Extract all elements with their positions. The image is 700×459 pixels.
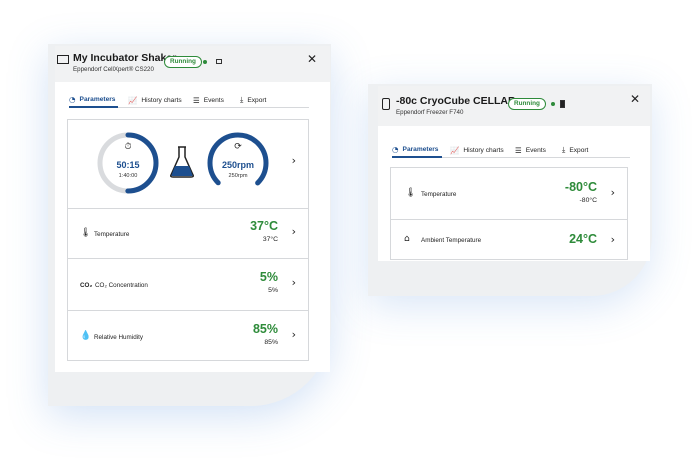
shaker-readout: ⟳ 250rpm 250rpm <box>206 131 270 195</box>
timer-total: 1:40:00 <box>118 173 138 179</box>
parameters-card: ⏱ 50:15 1:40:00 ⟳ 250rpm 250rpm › 🌡 Temp… <box>67 119 309 361</box>
co2-icon: CO₂ <box>80 282 93 289</box>
row-value: 24°C <box>569 232 597 246</box>
tab-history-charts[interactable]: 📈 History charts <box>128 92 182 108</box>
row-label: CO₂ Concentration <box>95 282 148 289</box>
status-dot <box>551 102 555 106</box>
row-ambient-temperature[interactable]: ⌂ Ambient Temperature 24°C › <box>391 219 627 261</box>
close-icon[interactable]: ✕ <box>630 92 640 106</box>
row-co2[interactable]: CO₂ CO₂ Concentration 5% 5% › <box>68 258 308 310</box>
status-badge: Running <box>508 98 546 110</box>
tab-history-charts[interactable]: 📈 History charts <box>450 142 504 158</box>
timer-readout: ⏱ 50:15 1:40:00 <box>96 131 160 195</box>
status-badge: Running <box>164 56 202 68</box>
row-value: 37°C <box>250 219 278 233</box>
tab-export[interactable]: ⤓ Export <box>562 142 588 158</box>
chevron-right-icon: › <box>610 186 615 199</box>
row-temperature[interactable]: 🌡 Temperature 37°C 37°C › <box>68 208 308 258</box>
tab-parameters[interactable]: ◔ Parameters <box>392 142 442 158</box>
cryocube-window: -80c CryoCube CELLAR Eppendorf Freezer F… <box>378 86 650 261</box>
download-icon: ⤓ <box>240 95 244 104</box>
window-title: My Incubator Shaker <box>73 52 177 64</box>
stopwatch-icon: ⏱ <box>124 142 132 152</box>
chevron-right-icon: › <box>291 328 296 341</box>
chevron-right-icon: › <box>291 276 296 289</box>
row-label: Temperature <box>94 231 130 238</box>
row-label: Relative Humidity <box>94 334 143 341</box>
window-header: -80c CryoCube CELLAR Eppendorf Freezer F… <box>378 86 650 126</box>
gauge-icon: ◔ <box>69 94 76 104</box>
thermometer-icon: 🌡 <box>405 188 417 198</box>
shaker-value: 250rpm <box>221 160 255 170</box>
row-temperature[interactable]: 🌡 Temperature -80°C -80°C › <box>391 168 627 219</box>
row-setpoint: -80°C <box>579 197 597 204</box>
row-humidity[interactable]: 💧 Relative Humidity 85% 85% › <box>68 310 308 362</box>
row-setpoint: 37°C <box>262 236 278 243</box>
device-model: Eppendorf CellXpert® CS220 <box>73 66 154 73</box>
row-label: Temperature <box>421 191 457 198</box>
droplet-icon: 💧 <box>80 331 92 341</box>
chevron-right-icon: › <box>291 154 296 167</box>
row-value: 85% <box>252 322 278 336</box>
tab-export[interactable]: ⤓ Export <box>240 92 266 108</box>
door-icon <box>216 59 222 64</box>
chevron-right-icon: › <box>291 225 296 238</box>
timer-value: 50:15 <box>116 160 140 170</box>
freezer-icon <box>382 98 390 110</box>
incubator-icon <box>57 55 69 64</box>
tab-bar: ◔ Parameters 📈 History charts ☰ Events ⤓… <box>392 142 630 158</box>
thermometer-icon: 🌡 <box>80 228 92 238</box>
incubator-shaker-window: My Incubator Shaker Eppendorf CellXpert®… <box>55 46 330 372</box>
close-icon[interactable]: ✕ <box>307 52 317 66</box>
tab-parameters[interactable]: ◔ Parameters <box>69 92 118 108</box>
device-model: Eppendorf Freezer F740 <box>396 109 464 116</box>
row-value: 5% <box>259 270 278 284</box>
row-value: -80°C <box>564 180 597 194</box>
status-dot <box>203 60 207 64</box>
process-overview[interactable]: ⏱ 50:15 1:40:00 ⟳ 250rpm 250rpm › <box>68 120 308 208</box>
row-setpoint: 85% <box>264 339 278 346</box>
refresh-icon: ⟳ <box>234 142 242 152</box>
line-chart-icon: 📈 <box>450 145 460 155</box>
list-icon: ☰ <box>515 145 522 155</box>
flask-icon <box>170 146 194 178</box>
download-icon: ⤓ <box>562 145 566 154</box>
shaker-setpoint: 250rpm <box>228 173 248 179</box>
list-icon: ☰ <box>193 95 200 105</box>
tab-bar: ◔ Parameters 📈 History charts ☰ Events ⤓… <box>69 92 309 108</box>
row-label: Ambient Temperature <box>421 237 482 244</box>
door-icon <box>560 100 565 108</box>
tab-events[interactable]: ☰ Events <box>515 142 546 158</box>
chevron-right-icon: › <box>610 233 615 246</box>
window-header: My Incubator Shaker Eppendorf CellXpert®… <box>55 46 330 82</box>
parameters-card: 🌡 Temperature -80°C -80°C › ⌂ Ambient Te… <box>390 167 628 260</box>
row-setpoint: 5% <box>268 287 278 294</box>
line-chart-icon: 📈 <box>128 95 138 105</box>
gauge-icon: ◔ <box>392 144 399 154</box>
tab-events[interactable]: ☰ Events <box>193 92 224 108</box>
house-thermometer-icon: ⌂ <box>404 234 410 244</box>
window-title: -80c CryoCube CELLAR <box>396 95 516 107</box>
